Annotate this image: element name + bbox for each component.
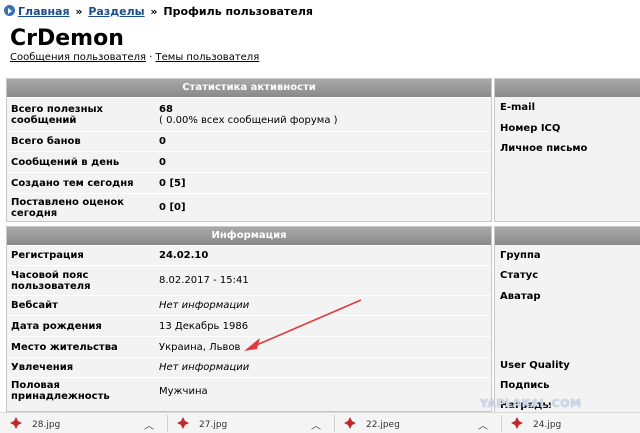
row-label: Поставлено оценок сегодня	[7, 193, 155, 222]
table-row: Всего полезных сообщений 68 ( 0.00% всех…	[7, 97, 491, 132]
row-value: 0 [5]	[155, 172, 491, 194]
icq-label: Номер ICQ	[500, 123, 561, 134]
chevron-up-icon[interactable]: ︿	[311, 417, 321, 432]
row-value: 24.02.10	[155, 245, 491, 266]
avatar-label: Аватар	[500, 291, 541, 302]
image-file-icon	[10, 417, 22, 429]
row-label: Всего банов	[7, 131, 155, 152]
row-label: Увлечения	[7, 357, 155, 378]
row-value: Нет информации	[155, 357, 491, 378]
download-item[interactable]: 24.jpg	[511, 417, 636, 432]
useful-posts-count: 68	[159, 103, 173, 115]
divider	[501, 415, 502, 432]
download-filename: 27.jpg	[199, 420, 228, 430]
email-label: E-mail	[500, 102, 536, 113]
image-file-icon	[511, 417, 523, 429]
table-row: Половая принадлежность Мужчина	[7, 377, 491, 404]
download-item[interactable]: 28.jpg ︿	[10, 417, 160, 432]
row-label: Место жительства	[7, 336, 155, 358]
download-filename: 22.jpeg	[366, 420, 400, 430]
row-label: Регистрация	[7, 245, 155, 266]
table-row: Увлечения Нет информации	[7, 357, 491, 378]
activity-table: Всего полезных сообщений 68 ( 0.00% всех…	[7, 97, 491, 222]
divider	[167, 415, 168, 432]
breadcrumb-sections-link[interactable]: Разделы	[88, 5, 144, 18]
table-row: Часовой пояс пользователя 8.02.2017 - 15…	[7, 265, 491, 296]
table-row: Сообщений в день 0	[7, 151, 491, 173]
row-label: Сообщений в день	[7, 151, 155, 173]
divider	[334, 415, 335, 432]
table-row: Регистрация 24.02.10	[7, 245, 491, 266]
table-row: Всего банов 0	[7, 131, 491, 152]
row-label: Дата рождения	[7, 315, 155, 337]
breadcrumb-current: Профиль пользователя	[163, 5, 313, 18]
user-quality-label: User Quality	[500, 360, 570, 371]
breadcrumb-separator: »	[150, 5, 158, 18]
arrow-shaft	[251, 299, 362, 348]
row-label: Создано тем сегодня	[7, 172, 155, 194]
download-filename: 24.jpg	[533, 420, 562, 430]
breadcrumb-separator: »	[75, 5, 83, 18]
info-panel-title: Информация	[7, 227, 491, 245]
private-message-label: Личное письмо	[500, 143, 588, 154]
table-row: Создано тем сегодня 0 [5]	[7, 172, 491, 194]
page-title: CrDemon	[10, 26, 124, 51]
row-label: Вебсайт	[7, 295, 155, 316]
row-value: 8.02.2017 - 15:41	[155, 265, 491, 296]
chevron-up-icon[interactable]: ︿	[478, 417, 488, 432]
image-file-icon	[177, 417, 189, 429]
activity-panel: Статистика активности Всего полезных соо…	[6, 78, 492, 222]
group-label: Группа	[500, 250, 541, 261]
row-value: 0	[155, 131, 491, 152]
contacts-panel: E-mail Номер ICQ Личное письмо	[494, 78, 640, 222]
arrow-head	[244, 338, 260, 351]
useful-posts-note: ( 0.00% всех сообщений форума )	[159, 114, 338, 126]
link-separator: ·	[149, 52, 153, 63]
contacts-panel-header	[495, 79, 640, 97]
breadcrumb-home-link[interactable]: Главная	[18, 5, 70, 18]
arrow-circle-icon	[4, 5, 15, 16]
row-value: 0 [0]	[155, 193, 491, 222]
user-topics-link[interactable]: Темы пользователя	[156, 52, 260, 63]
annotation-arrow	[244, 299, 362, 351]
profile-links: Сообщения пользователя · Темы пользовате…	[10, 52, 259, 63]
chevron-up-icon[interactable]: ︿	[144, 417, 154, 432]
breadcrumb: Главная » Разделы » Профиль пользователя	[4, 5, 313, 18]
download-item[interactable]: 27.jpg ︿	[177, 417, 327, 432]
signature-label: Подпись	[500, 380, 550, 391]
download-item[interactable]: 22.jpeg ︿	[344, 417, 494, 432]
activity-panel-title: Статистика активности	[7, 79, 491, 97]
watermark: YAPLAKAL.COM	[480, 397, 582, 410]
row-label: Часовой пояс пользователя	[7, 265, 155, 296]
row-label: Всего полезных сообщений	[7, 97, 155, 132]
download-filename: 28.jpg	[32, 420, 61, 430]
row-value: 68 ( 0.00% всех сообщений форума )	[155, 97, 491, 132]
user-posts-link[interactable]: Сообщения пользователя	[10, 52, 146, 63]
download-bar: 28.jpg ︿ 27.jpg ︿ 22.jpeg ︿ 24.jpg	[0, 412, 640, 433]
status-label: Статус	[500, 270, 539, 281]
row-value: 0	[155, 151, 491, 173]
row-label: Половая принадлежность	[7, 377, 155, 404]
table-row: Поставлено оценок сегодня 0 [0]	[7, 193, 491, 222]
side-info-panel: Группа Статус Аватар User Quality Подпис…	[494, 226, 640, 416]
image-file-icon	[344, 417, 356, 429]
side-info-panel-header	[495, 227, 640, 245]
row-value: Мужчина	[155, 377, 491, 404]
